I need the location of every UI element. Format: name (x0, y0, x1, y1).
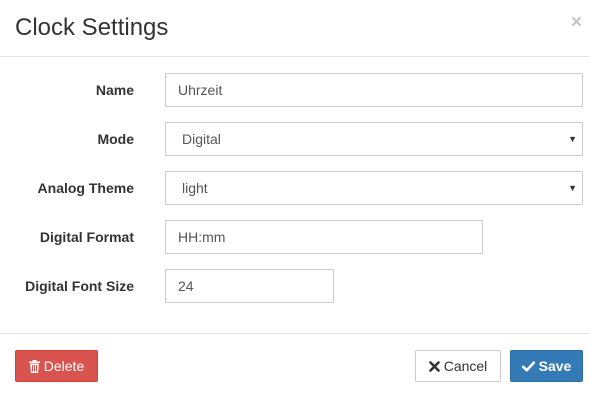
analog-theme-row: Analog Theme light ▼ (0, 171, 589, 205)
digital-format-input[interactable]: HH:mm (165, 220, 483, 254)
mode-row: Mode Digital ▼ (0, 122, 589, 156)
clock-settings-dialog: Clock Settings × Name Uhrzeit Mode Digit… (0, 0, 589, 394)
mode-select-value: Digital (182, 131, 221, 147)
digital-font-size-row: Digital Font Size 24 (0, 269, 589, 303)
cancel-button-label: Cancel (443, 358, 488, 374)
caret-down-icon: ▼ (568, 183, 577, 193)
dialog-header: Clock Settings × (0, 0, 589, 57)
name-label: Name (95, 82, 134, 98)
analog-theme-select-value: light (182, 180, 208, 196)
dialog-footer: Delete Cancel Save (0, 333, 589, 394)
cancel-button[interactable]: Cancel (415, 350, 501, 382)
dialog-body: Name Uhrzeit Mode Digital ▼ Analog Theme… (0, 57, 589, 333)
name-row: Name Uhrzeit (0, 73, 589, 107)
mode-select[interactable]: Digital ▼ (165, 122, 583, 156)
caret-down-icon: ▼ (568, 134, 577, 144)
analog-theme-select[interactable]: light ▼ (165, 171, 583, 205)
digital-font-size-input[interactable]: 24 (165, 269, 334, 303)
name-input[interactable]: Uhrzeit (165, 73, 583, 107)
digital-format-label: Digital Format (39, 229, 134, 245)
x-icon (428, 360, 440, 372)
trash-icon (28, 359, 40, 373)
analog-theme-label: Analog Theme (37, 180, 134, 196)
digital-font-size-label: Digital Font Size (25, 278, 134, 294)
delete-button[interactable]: Delete (15, 350, 98, 382)
save-button[interactable]: Save (510, 350, 583, 382)
mode-label: Mode (97, 131, 134, 147)
digital-format-row: Digital Format HH:mm (0, 220, 589, 254)
dialog-title: Clock Settings (15, 14, 169, 41)
check-icon (521, 361, 535, 372)
close-button[interactable]: × (571, 13, 582, 33)
delete-button-label: Delete (43, 358, 85, 374)
save-button-label: Save (538, 358, 572, 374)
